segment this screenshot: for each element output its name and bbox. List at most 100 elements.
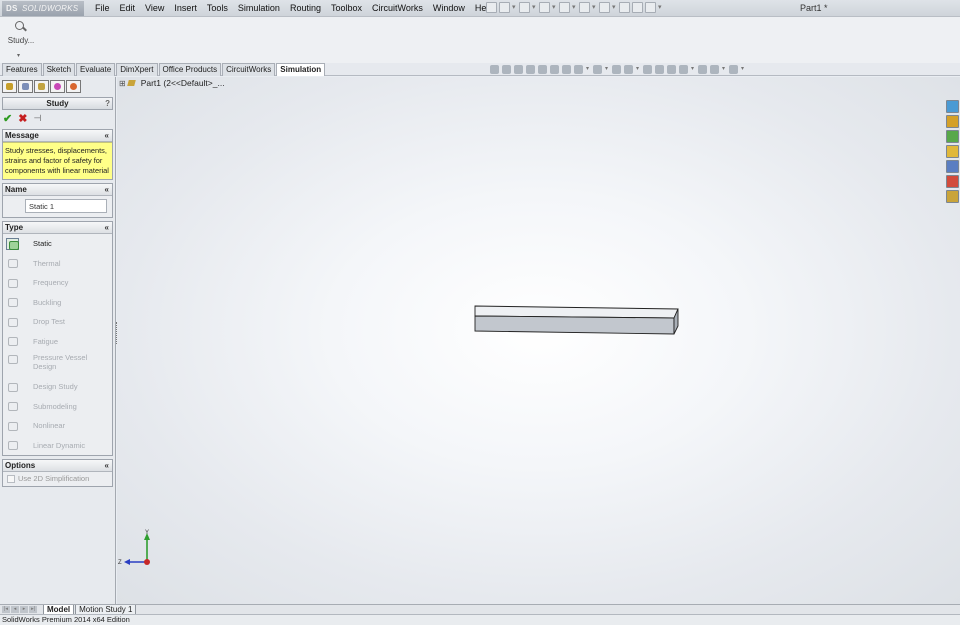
undo-icon[interactable] <box>579 2 590 13</box>
open-dropdown-icon[interactable]: ▾ <box>532 2 537 13</box>
folder-icon[interactable] <box>946 145 959 158</box>
part-model-box[interactable] <box>473 305 679 335</box>
menu-edit[interactable]: Edit <box>115 0 141 17</box>
sketch-pen-icon[interactable] <box>502 65 511 74</box>
filter-dropdown-icon[interactable]: ▾ <box>636 65 640 74</box>
edit-appearance-icon[interactable] <box>643 65 652 74</box>
last-tab-arrow-icon[interactable]: ▸| <box>29 606 37 613</box>
study-type-submodeling[interactable]: Submodeling <box>3 397 112 417</box>
tab-evaluate[interactable]: Evaluate <box>76 63 116 76</box>
use-2d-simplification-checkbox[interactable] <box>7 474 15 483</box>
use-2d-simplification-option[interactable]: Use 2D Simplification <box>3 472 112 486</box>
print-dropdown-icon[interactable]: ▾ <box>572 2 577 13</box>
ambient-dropdown-icon[interactable]: ▾ <box>722 65 726 74</box>
flyout-feature-tree[interactable]: ⊞ Part1 (2<<Default>_... <box>119 78 225 88</box>
sphere-icon[interactable] <box>698 65 707 74</box>
design-library-icon[interactable] <box>946 115 959 128</box>
first-tab-arrow-icon[interactable]: |◂ <box>2 606 10 613</box>
tab-circuitworks[interactable]: CircuitWorks <box>222 63 276 76</box>
type-group-header[interactable]: Type « <box>3 222 112 234</box>
configuration-manager-icon[interactable] <box>34 80 49 93</box>
collapse-chevron-icon[interactable]: « <box>105 130 109 141</box>
pin-menu-icon[interactable] <box>486 2 497 13</box>
ambient-occlusion-icon[interactable] <box>710 65 719 74</box>
save-dropdown-icon[interactable]: ▾ <box>552 2 557 13</box>
view-orientation-icon[interactable] <box>562 65 571 74</box>
study-type-pressure-vessel-design[interactable]: Pressure Vessel Design <box>3 351 112 377</box>
menu-simulation[interactable]: Simulation <box>233 0 285 17</box>
file-properties-icon[interactable] <box>632 2 643 13</box>
render-tools-icon[interactable] <box>679 65 688 74</box>
tab-features[interactable]: Features <box>2 63 42 76</box>
triad-view-icon[interactable] <box>612 65 621 74</box>
ok-checkmark-icon[interactable]: ✔ <box>3 112 12 125</box>
prev-tab-arrow-icon[interactable]: ◂ <box>11 606 19 613</box>
select-icon[interactable] <box>599 2 610 13</box>
print-icon[interactable] <box>559 2 570 13</box>
message-group-header[interactable]: Message « <box>3 130 112 142</box>
menu-file[interactable]: File <box>90 0 115 17</box>
new-document-icon[interactable] <box>499 2 510 13</box>
menu-insert[interactable]: Insert <box>169 0 202 17</box>
tab-sketch[interactable]: Sketch <box>42 63 76 76</box>
collapse-chevron-icon[interactable]: « <box>105 222 109 233</box>
monitor-icon[interactable] <box>729 65 738 74</box>
tree-part-label[interactable]: Part1 (2<<Default>_... <box>141 78 225 88</box>
graphics-area[interactable]: ⊞ Part1 (2<<Default>_... Y Z <box>117 77 960 604</box>
study-type-buckling[interactable]: Buckling <box>3 293 112 313</box>
expand-tree-icon[interactable]: ⊞ <box>119 79 126 88</box>
menu-routing[interactable]: Routing <box>285 0 326 17</box>
filter-icon[interactable] <box>624 65 633 74</box>
tab-dimxpert[interactable]: DimXpert <box>116 63 158 76</box>
file-explorer-icon[interactable] <box>946 130 959 143</box>
study-type-fatigue[interactable]: Fatigue <box>3 332 112 352</box>
collapse-chevron-icon[interactable]: « <box>105 460 109 471</box>
rotate-view-icon[interactable] <box>538 65 547 74</box>
view-palette-icon[interactable] <box>946 160 959 173</box>
tab-office-products[interactable]: Office Products <box>158 63 222 76</box>
options-dropdown-icon[interactable]: ▾ <box>658 2 663 13</box>
display-style-icon[interactable] <box>574 65 583 74</box>
display-manager-icon[interactable] <box>66 80 81 93</box>
cancel-x-icon[interactable]: ✖ <box>18 112 27 125</box>
study-type-linear-dynamic[interactable]: Linear Dynamic <box>3 436 112 456</box>
custom-properties-icon[interactable] <box>946 190 959 203</box>
dimxpert-manager-icon[interactable] <box>50 80 65 93</box>
view-settings-icon[interactable] <box>667 65 676 74</box>
hide-show-items-icon[interactable] <box>593 65 602 74</box>
study-expand-icon[interactable]: ▾ <box>17 52 20 59</box>
pushpin-icon[interactable]: ⊣ <box>33 113 41 124</box>
study-command-button[interactable]: Study... <box>4 20 38 45</box>
menu-circuitworks[interactable]: CircuitWorks <box>367 0 428 17</box>
menu-view[interactable]: View <box>140 0 169 17</box>
study-name-input[interactable] <box>25 199 107 213</box>
options-group-header[interactable]: Options « <box>3 460 112 472</box>
feature-manager-icon[interactable] <box>2 80 17 93</box>
study-type-frequency[interactable]: Frequency <box>3 273 112 293</box>
solidworks-logo[interactable]: DS SOLIDWORKS <box>2 1 84 16</box>
select-dropdown-icon[interactable]: ▾ <box>612 2 617 13</box>
help-icon[interactable]: ? <box>105 98 110 109</box>
save-icon[interactable] <box>539 2 550 13</box>
new-dropdown-icon[interactable]: ▾ <box>512 2 517 13</box>
open-document-icon[interactable] <box>519 2 530 13</box>
zoom-to-area-icon[interactable] <box>526 65 535 74</box>
undo-dropdown-icon[interactable]: ▾ <box>592 2 597 13</box>
menu-toolbox[interactable]: Toolbox <box>326 0 367 17</box>
tab-simulation[interactable]: Simulation <box>276 63 326 76</box>
scene-icon[interactable] <box>655 65 664 74</box>
solidworks-resources-icon[interactable] <box>946 100 959 113</box>
menu-window[interactable]: Window <box>428 0 470 17</box>
next-tab-arrow-icon[interactable]: ▸ <box>20 606 28 613</box>
study-type-design-study[interactable]: Design Study <box>3 377 112 397</box>
collapse-chevron-icon[interactable]: « <box>105 184 109 195</box>
render-dropdown-icon[interactable]: ▾ <box>691 65 695 74</box>
name-group-header[interactable]: Name « <box>3 184 112 196</box>
appearances-icon[interactable] <box>946 175 959 188</box>
options-icon[interactable] <box>645 2 656 13</box>
study-type-thermal[interactable]: Thermal <box>3 254 112 274</box>
section-view-icon[interactable] <box>550 65 559 74</box>
zoom-to-fit-icon[interactable] <box>514 65 523 74</box>
study-type-drop-test[interactable]: Drop Test <box>3 312 112 332</box>
study-type-static[interactable]: Static <box>3 234 112 254</box>
